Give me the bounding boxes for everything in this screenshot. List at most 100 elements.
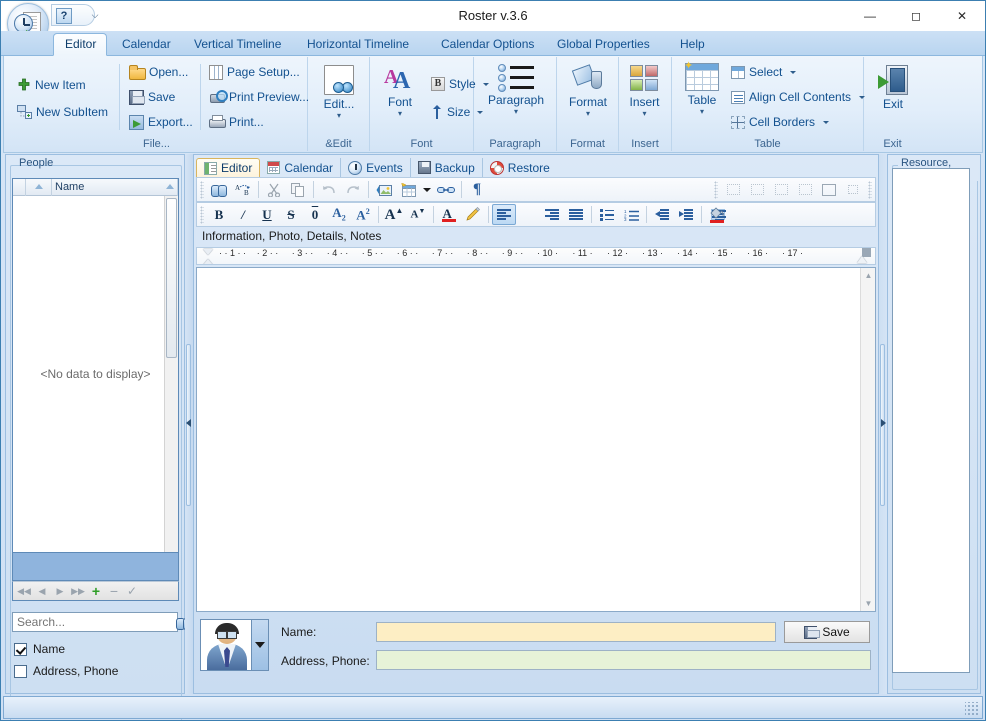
minimize-button[interactable]: — bbox=[847, 1, 893, 31]
grid-col-name[interactable]: Name bbox=[52, 178, 178, 196]
rich-text-editor[interactable]: ▲ ▼ bbox=[196, 267, 876, 612]
underline-button[interactable]: U bbox=[255, 204, 279, 225]
maximize-button[interactable]: ◻ bbox=[893, 1, 939, 31]
left-splitter[interactable] bbox=[185, 154, 193, 694]
border-right-button[interactable] bbox=[769, 179, 793, 200]
scroll-up-button[interactable]: ▲ bbox=[861, 268, 876, 283]
insert-table-button[interactable] bbox=[396, 179, 420, 200]
border-none-button[interactable] bbox=[721, 179, 745, 200]
toolbar-grip[interactable] bbox=[200, 180, 204, 199]
cut-button[interactable] bbox=[262, 179, 286, 200]
highlight-color-button[interactable] bbox=[461, 204, 485, 225]
indent-marker-left[interactable] bbox=[203, 248, 213, 264]
format-button[interactable]: Format ▾ bbox=[560, 65, 616, 118]
address-phone-field[interactable] bbox=[376, 650, 871, 670]
insert-link-button[interactable] bbox=[434, 179, 458, 200]
table-button[interactable]: ✦ Table ▾ bbox=[678, 61, 726, 116]
nav-prev-button[interactable]: ◀ bbox=[34, 583, 50, 599]
avatar[interactable] bbox=[200, 619, 252, 671]
overline-button[interactable]: 0 bbox=[303, 204, 327, 225]
save-form-button[interactable]: Save bbox=[784, 621, 870, 643]
ribbon-tab-editor[interactable]: Editor bbox=[53, 33, 107, 56]
increase-indent-button[interactable] bbox=[674, 204, 698, 225]
align-right-button[interactable] bbox=[540, 204, 564, 225]
align-left-button[interactable] bbox=[492, 204, 516, 225]
show-formatting-marks-button[interactable]: ¶ bbox=[465, 179, 489, 200]
numbered-list-button[interactable]: 1 2 3 bbox=[619, 204, 643, 225]
grid-col-sort[interactable] bbox=[26, 178, 52, 196]
insert-button[interactable]: Insert ▾ bbox=[619, 65, 670, 118]
ribbon-tab-global-properties[interactable]: Global Properties bbox=[546, 33, 661, 56]
editor-vertical-scrollbar[interactable]: ▲ ▼ bbox=[860, 268, 875, 611]
increase-font-size-button[interactable]: A▲ bbox=[382, 204, 406, 225]
page-setup-button[interactable]: Page Setup... bbox=[206, 61, 303, 83]
scroll-down-button[interactable]: ▼ bbox=[861, 596, 876, 611]
export-button[interactable]: Export... bbox=[126, 111, 196, 133]
scrollbar-thumb[interactable] bbox=[166, 198, 177, 358]
nav-last-button[interactable]: ▶▶ bbox=[70, 583, 86, 599]
filter-name-row[interactable]: Name bbox=[14, 642, 65, 656]
copy-button[interactable] bbox=[286, 179, 310, 200]
tab-events[interactable]: Events bbox=[341, 158, 411, 177]
nav-first-button[interactable]: ◀◀ bbox=[16, 583, 32, 599]
ribbon-tab-calendar-options[interactable]: Calendar Options bbox=[430, 33, 545, 56]
collapse-left-icon[interactable] bbox=[186, 419, 191, 427]
find-button[interactable] bbox=[207, 179, 231, 200]
collapse-right-icon[interactable] bbox=[881, 419, 886, 427]
font-button[interactable]: AA Font ▾ bbox=[372, 65, 428, 118]
paragraph-button[interactable]: Paragraph ▾ bbox=[485, 63, 547, 116]
ribbon-tab-horizontal-timeline[interactable]: Horizontal Timeline bbox=[296, 33, 420, 56]
toolbar-grip[interactable] bbox=[714, 180, 718, 199]
edit-button[interactable]: Edit... ▾ bbox=[311, 65, 367, 120]
border-top-button[interactable] bbox=[793, 179, 817, 200]
new-subitem-button[interactable]: New SubItem bbox=[14, 101, 111, 123]
font-color-button[interactable]: A bbox=[437, 204, 461, 225]
insert-image-button[interactable] bbox=[372, 179, 396, 200]
editor-canvas[interactable] bbox=[197, 268, 860, 611]
help-icon[interactable]: ? bbox=[56, 8, 72, 24]
nav-next-button[interactable]: ▶ bbox=[52, 583, 68, 599]
select-button[interactable]: Select bbox=[728, 61, 799, 83]
resize-grip[interactable] bbox=[965, 702, 979, 716]
bold-button[interactable]: B bbox=[207, 204, 231, 225]
ribbon-tab-vertical-timeline[interactable]: Vertical Timeline bbox=[183, 33, 292, 56]
right-splitter[interactable] bbox=[879, 154, 887, 694]
align-cell-contents-button[interactable]: Align Cell Contents bbox=[728, 86, 868, 108]
decrease-font-size-button[interactable]: A▼ bbox=[406, 204, 430, 225]
close-button[interactable]: ✕ bbox=[939, 1, 985, 31]
open-button[interactable]: Open... bbox=[126, 61, 191, 83]
filter-name-checkbox[interactable] bbox=[14, 642, 27, 656]
cell-borders-button[interactable]: Cell Borders bbox=[728, 111, 832, 133]
background-color-button[interactable] bbox=[705, 204, 729, 225]
strikethrough-button[interactable]: S bbox=[279, 204, 303, 225]
superscript-button[interactable]: A2 bbox=[351, 204, 375, 225]
toolbar-grip[interactable] bbox=[200, 205, 204, 224]
print-preview-button[interactable]: Print Preview... bbox=[206, 86, 312, 108]
filter-address-phone-checkbox[interactable] bbox=[14, 664, 27, 678]
tab-calendar[interactable]: Calendar bbox=[260, 158, 342, 177]
bullet-list-button[interactable] bbox=[595, 204, 619, 225]
print-button[interactable]: Print... bbox=[206, 111, 267, 133]
subscript-button[interactable]: A2 bbox=[327, 204, 351, 225]
toolbar-grip[interactable] bbox=[868, 180, 872, 199]
new-item-button[interactable]: New Item bbox=[14, 74, 89, 96]
align-justify-button[interactable] bbox=[564, 204, 588, 225]
grid-selected-row[interactable] bbox=[12, 553, 179, 581]
decrease-indent-button[interactable] bbox=[650, 204, 674, 225]
save-button[interactable]: Save bbox=[126, 86, 178, 108]
border-all-button[interactable] bbox=[817, 179, 841, 200]
editor-ruler[interactable]: · · 1 · · · 2 · · · 3 · · · 4 · · · 5 · · · 6… bbox=[196, 247, 876, 265]
indent-marker-right[interactable] bbox=[857, 256, 867, 263]
table-dropdown-button[interactable] bbox=[420, 179, 434, 200]
people-grid[interactable]: Name <No data to display> bbox=[12, 178, 179, 553]
customize-qat-icon[interactable]: ⌵ bbox=[89, 10, 101, 22]
redo-button[interactable] bbox=[341, 179, 365, 200]
border-left-button[interactable] bbox=[745, 179, 769, 200]
align-center-button[interactable] bbox=[516, 204, 726, 225]
resource-agent-list[interactable] bbox=[892, 168, 970, 673]
border-inside-button[interactable] bbox=[841, 179, 865, 200]
filter-address-phone-row[interactable]: Address, Phone bbox=[14, 664, 118, 678]
nav-remove-button[interactable]: − bbox=[106, 583, 122, 599]
tab-restore[interactable]: Restore bbox=[483, 158, 557, 177]
nav-add-button[interactable]: + bbox=[88, 583, 104, 599]
